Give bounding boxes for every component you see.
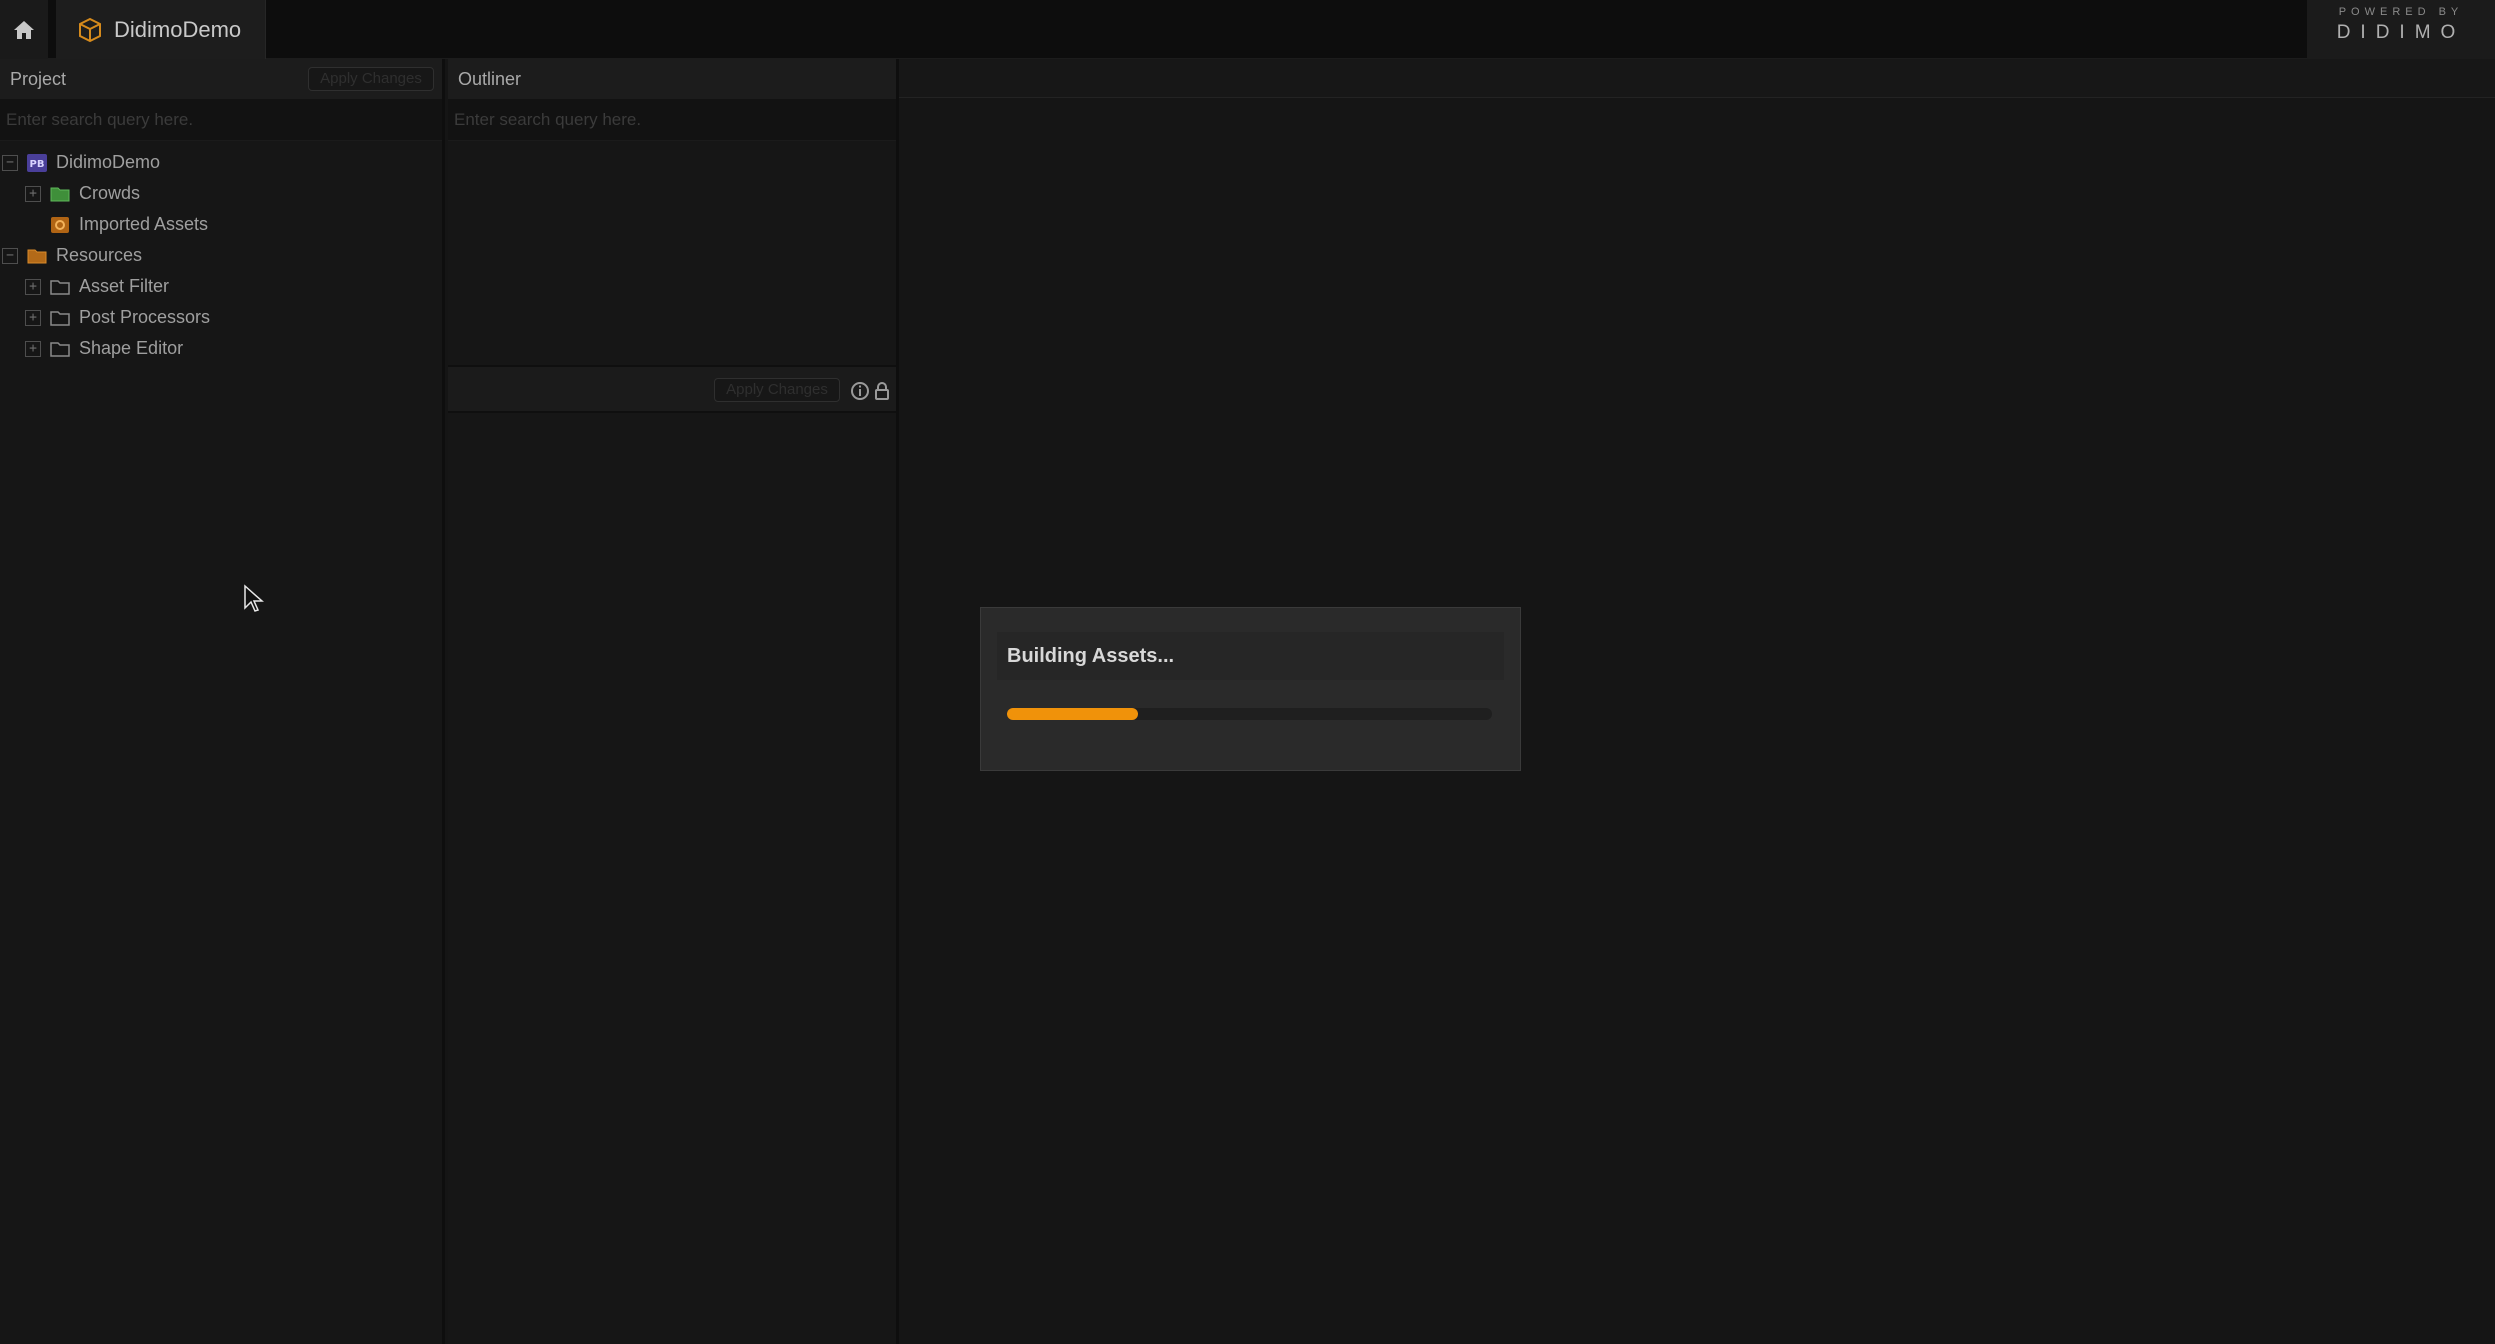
project-search: [0, 99, 442, 141]
orange-package-icon: [49, 216, 71, 234]
expand-icon[interactable]: +: [25, 185, 41, 202]
outliner-list: [448, 141, 896, 365]
folder-icon: [49, 278, 71, 296]
svg-text:PB: PB: [30, 159, 45, 170]
tree-item-label: Shape Editor: [79, 338, 184, 358]
folder-icon: [49, 309, 71, 327]
tree-item-label: DidimoDemo: [56, 152, 161, 172]
home-button[interactable]: [0, 0, 48, 59]
tab-label: DidimoDemo: [114, 16, 242, 42]
brand-tagline: POWERED BY: [2338, 6, 2464, 18]
tree-item-label: Imported Assets: [79, 214, 209, 234]
tree-item-crowds[interactable]: + Crowds: [0, 178, 442, 209]
package-icon: [78, 17, 104, 43]
home-icon: [14, 20, 34, 39]
tree-item-shape-editor[interactable]: + Shape Editor: [0, 333, 442, 364]
dialog-title: Building Assets...: [997, 632, 1504, 680]
app-window: DidimoDemo POWERED BY DIDIMO Project App…: [0, 0, 2495, 1344]
project-tree: − PB DidimoDemo + Crowds Imported Assets…: [0, 141, 442, 364]
project-panel: Project Apply Changes − PB DidimoDemo +: [0, 59, 445, 1344]
collapse-icon[interactable]: −: [2, 154, 18, 171]
folder-icon: [49, 340, 71, 358]
mouse-cursor-icon: [244, 584, 264, 612]
outliner-search-input[interactable]: [454, 109, 896, 130]
inspector-apply-changes-button[interactable]: Apply Changes: [714, 378, 840, 402]
lock-icon[interactable]: [872, 380, 892, 402]
brand-name: DIDIMO: [2336, 22, 2466, 43]
orange-folder-icon: [26, 247, 48, 265]
info-icon[interactable]: [850, 380, 870, 402]
building-assets-dialog: Building Assets...: [980, 607, 1521, 771]
outliner-panel-header: Outliner: [448, 59, 896, 99]
expand-icon[interactable]: +: [25, 278, 41, 295]
tree-item-label: Crowds: [79, 183, 141, 203]
project-panel-title: Project: [10, 68, 67, 89]
tab-didimodemo[interactable]: DidimoDemo: [56, 0, 266, 59]
outliner-panel-title: Outliner: [458, 68, 522, 89]
top-bar: DidimoDemo POWERED BY DIDIMO: [0, 0, 2495, 59]
tree-item-label: Resources: [56, 245, 143, 265]
tree-item-imported-assets[interactable]: Imported Assets: [0, 209, 442, 240]
inspector-toolbar: Apply Changes: [448, 365, 896, 413]
project-search-input[interactable]: [6, 109, 442, 130]
collapse-icon[interactable]: −: [2, 247, 18, 264]
tree-item-label: Post Processors: [79, 307, 211, 327]
expand-icon[interactable]: +: [25, 309, 41, 326]
brand-logo: POWERED BY DIDIMO: [2307, 0, 2495, 59]
progress-bar-fill: [1007, 708, 1138, 720]
outliner-search: [448, 99, 896, 141]
apply-changes-button[interactable]: Apply Changes: [308, 67, 434, 91]
tree-item-post-processors[interactable]: + Post Processors: [0, 302, 442, 333]
project-panel-header: Project Apply Changes: [0, 59, 442, 99]
tree-item-asset-filter[interactable]: + Asset Filter: [0, 271, 442, 302]
progress-bar: [1007, 708, 1492, 720]
green-folder-icon: [49, 185, 71, 203]
viewport-toolbar: [899, 59, 2495, 98]
project-badge-icon: PB: [26, 153, 48, 172]
expander-placeholder: [25, 217, 41, 233]
outliner-panel: Outliner Apply Changes: [448, 59, 899, 1344]
tree-item-resources[interactable]: − Resources: [0, 240, 442, 271]
expand-icon[interactable]: +: [25, 340, 41, 357]
tree-item-label: Asset Filter: [79, 276, 170, 296]
tree-item-didimodemo[interactable]: − PB DidimoDemo: [0, 147, 442, 178]
